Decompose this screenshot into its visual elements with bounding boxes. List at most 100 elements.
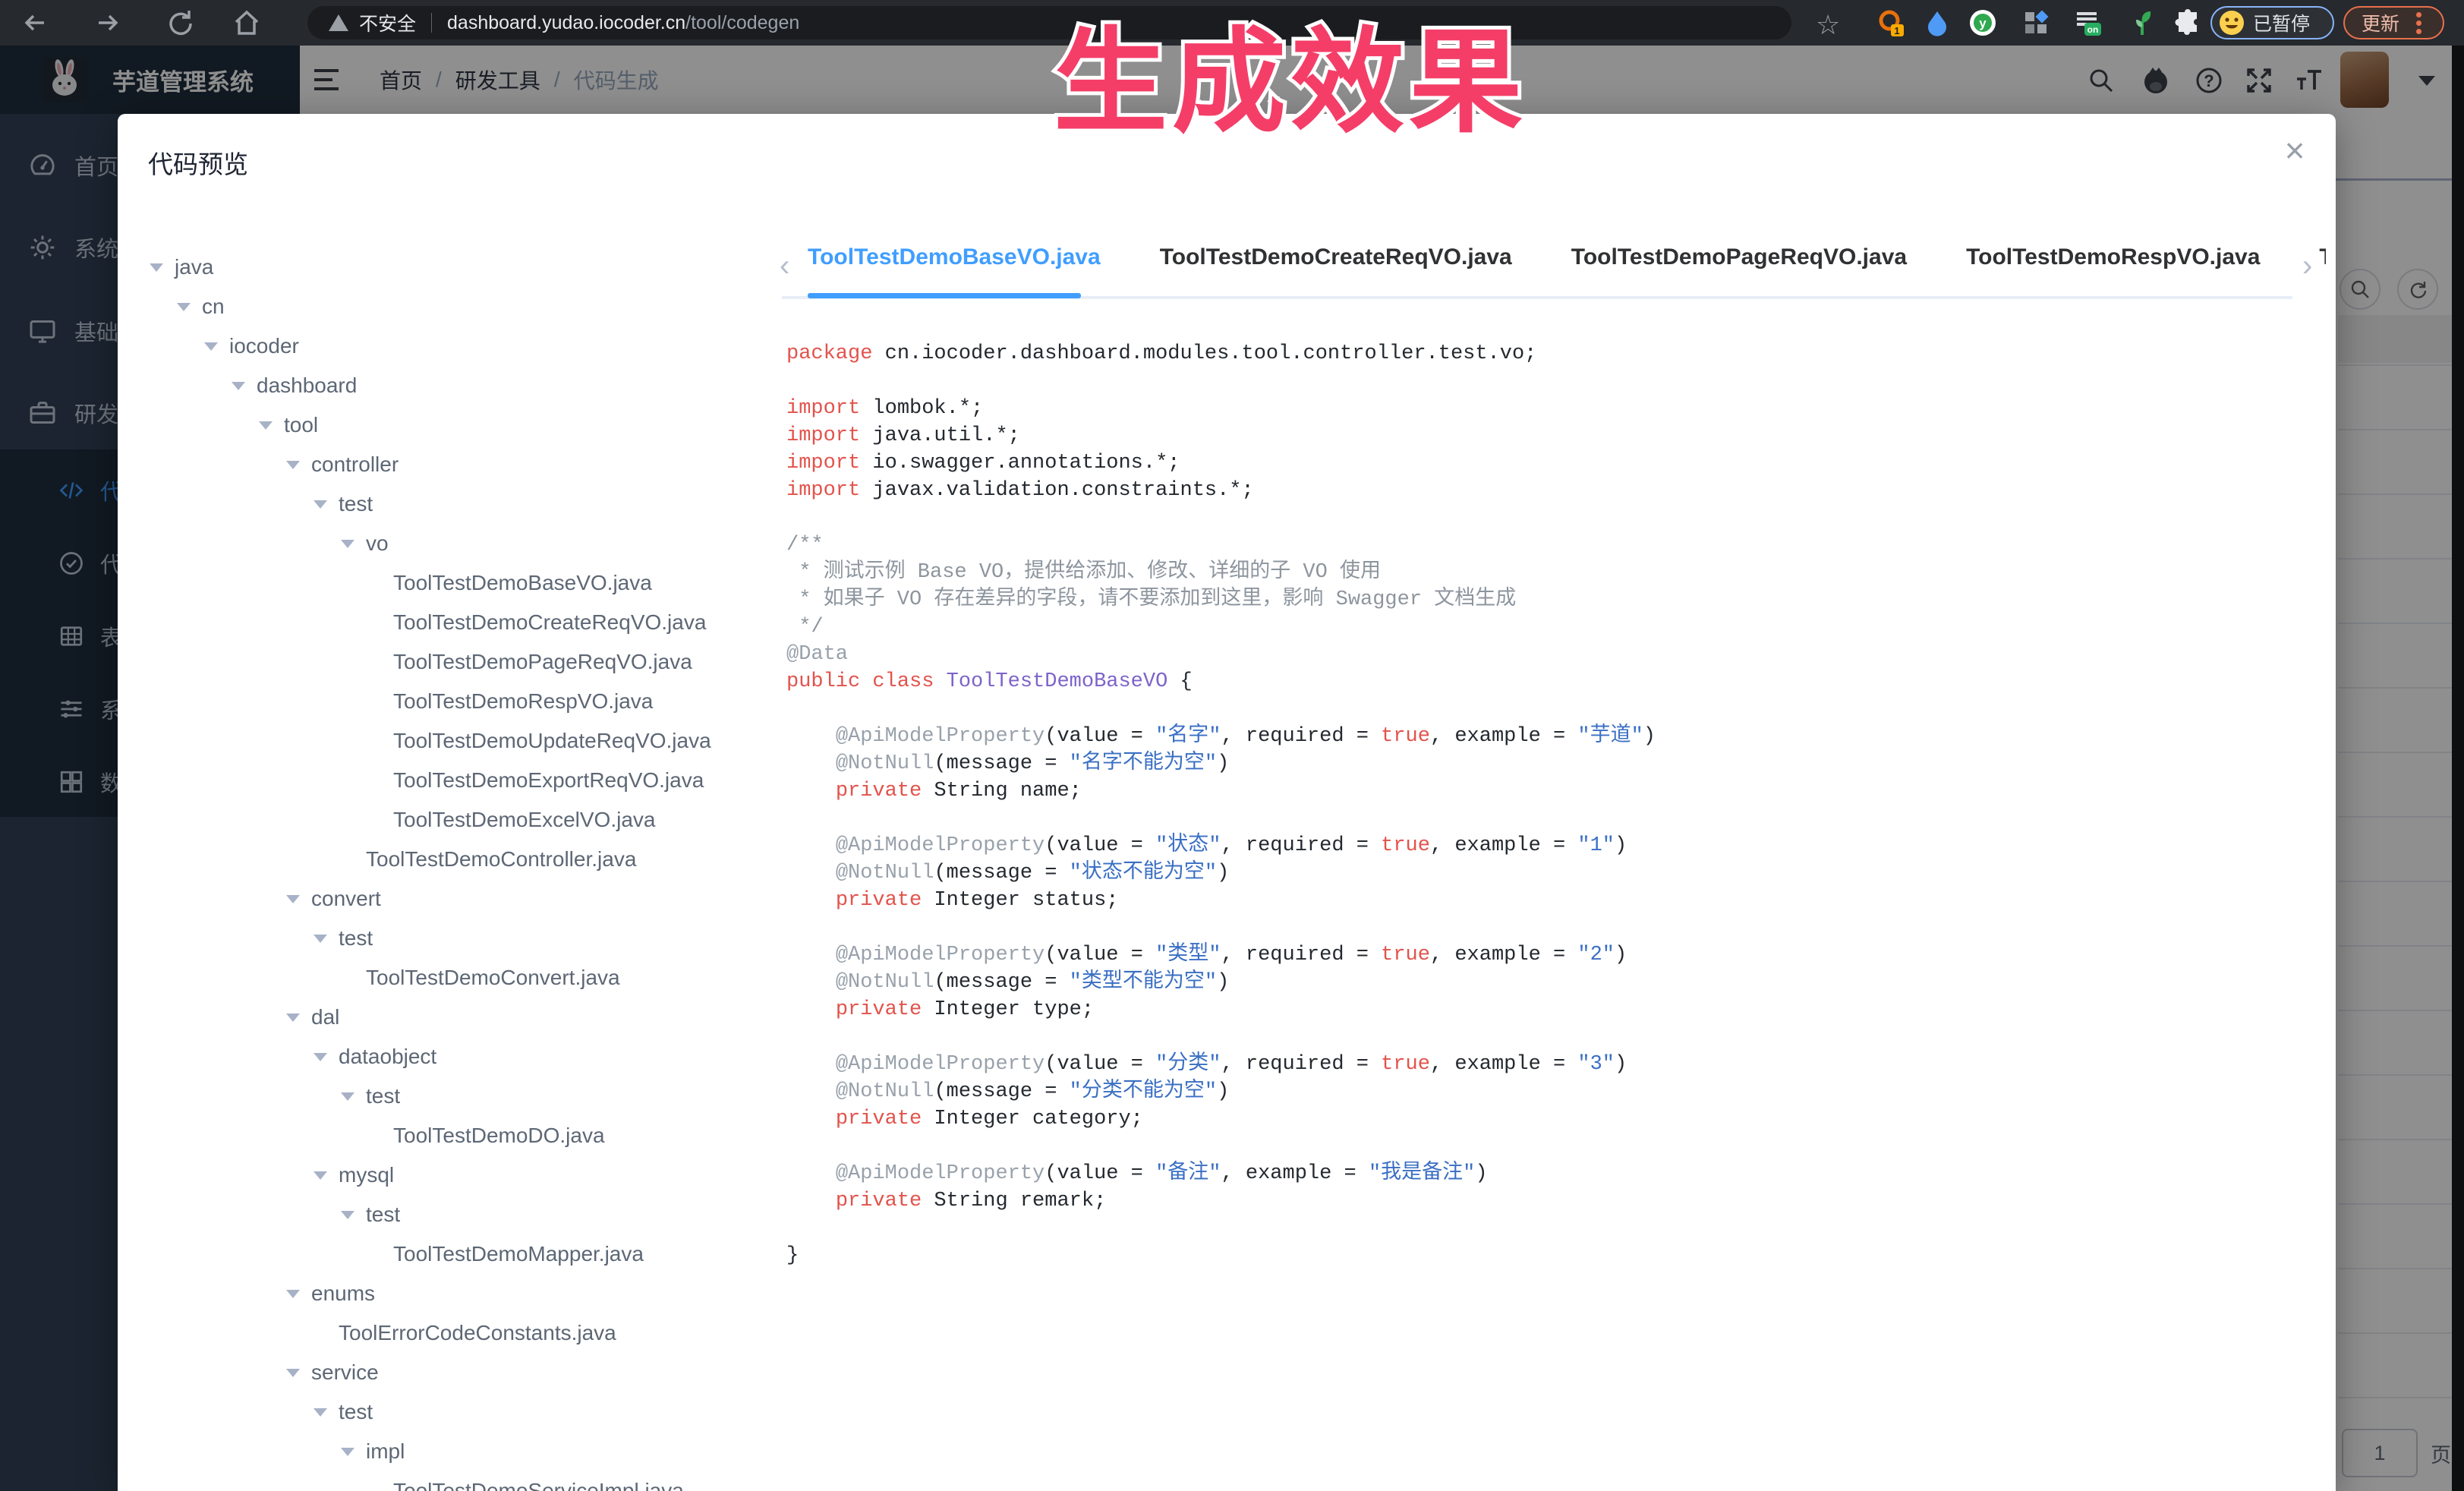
- tree-folder[interactable]: vo: [366, 524, 389, 563]
- profile-paused-pill[interactable]: 已暂停: [2210, 6, 2334, 39]
- caret-down-icon[interactable]: [286, 895, 300, 903]
- extension-orange-ring-icon[interactable]: 1: [1875, 8, 1905, 38]
- tree-file[interactable]: ToolTestDemoCreateReqVO.java: [393, 603, 706, 642]
- code-line: import lombok.*;: [786, 395, 2289, 422]
- tree-folder[interactable]: dataobject: [339, 1037, 436, 1076]
- code-line: @NotNull(message = "类型不能为空"): [786, 969, 2289, 996]
- tree-folder[interactable]: mysql: [339, 1155, 394, 1195]
- extension-blue-drop-icon[interactable]: [1922, 8, 1952, 38]
- tab-1[interactable]: ToolTestDemoCreateReqVO.java: [1160, 244, 1512, 287]
- code-line: [786, 1133, 2289, 1160]
- modal-title: 代码预览: [148, 144, 248, 181]
- caret-down-icon[interactable]: [341, 540, 354, 548]
- code-line: public class ToolTestDemoBaseVO {: [786, 668, 2289, 695]
- code-line: }: [786, 1242, 2289, 1269]
- code-line: [786, 695, 2289, 723]
- emoji-face-icon: [2218, 9, 2245, 36]
- tree-file[interactable]: ToolTestDemoPageReqVO.java: [393, 642, 692, 682]
- extension-badge-1: 1: [1894, 25, 1899, 36]
- caret-down-icon[interactable]: [314, 935, 327, 943]
- caret-down-icon[interactable]: [341, 1211, 354, 1219]
- browser-menu-icon[interactable]: [2416, 9, 2422, 37]
- tab-3[interactable]: ToolTestDemoRespVO.java: [1966, 244, 2260, 287]
- extension-green-circle-icon[interactable]: y: [1968, 8, 1998, 38]
- tree-folder[interactable]: test: [366, 1076, 400, 1116]
- tree-folder[interactable]: test: [339, 919, 373, 958]
- url-bar[interactable]: 不安全 dashboard.yudao.iocoder.cn /tool/cod…: [307, 6, 1791, 39]
- code-preview-modal: 代码预览 × javacniocoderdashboardtoolcontrol…: [118, 114, 2336, 1491]
- caret-down-icon[interactable]: [341, 1448, 354, 1456]
- tree-file[interactable]: ToolTestDemoDO.java: [393, 1116, 605, 1155]
- tab-active-underline: [808, 293, 1081, 298]
- extensions-puzzle-icon[interactable]: [2173, 8, 2203, 38]
- back-icon[interactable]: [18, 6, 52, 39]
- tabs-scroll-right-icon[interactable]: ›: [2302, 249, 2312, 283]
- tree-folder[interactable]: test: [339, 1392, 373, 1432]
- caret-down-icon[interactable]: [204, 342, 218, 351]
- caret-down-icon[interactable]: [341, 1092, 354, 1101]
- code-line: import io.swagger.annotations.*;: [786, 449, 2289, 477]
- forward-icon[interactable]: [91, 6, 124, 39]
- tab-4[interactable]: ToolTe: [2319, 244, 2326, 287]
- caret-down-icon[interactable]: [286, 1290, 300, 1298]
- caret-down-icon[interactable]: [232, 382, 245, 390]
- tree-file[interactable]: ToolTestDemoUpdateReqVO.java: [393, 721, 711, 761]
- tree-file[interactable]: ToolTestDemoMapper.java: [393, 1234, 644, 1274]
- caret-down-icon[interactable]: [286, 1013, 300, 1022]
- tree-folder[interactable]: test: [366, 1195, 400, 1234]
- tree-folder[interactable]: dashboard: [257, 366, 357, 405]
- not-secure-label: 不安全: [359, 9, 416, 36]
- code-line: [786, 1215, 2289, 1242]
- tabs-scroll-left-icon[interactable]: ‹: [780, 249, 789, 283]
- tree-folder[interactable]: java: [175, 247, 213, 287]
- tree-file[interactable]: ToolErrorCodeConstants.java: [339, 1313, 616, 1353]
- caret-down-icon[interactable]: [150, 263, 163, 272]
- caret-down-icon[interactable]: [286, 461, 300, 469]
- code-line: * 测试示例 Base VO，提供给添加、修改、详细的子 VO 使用: [786, 559, 2289, 586]
- tree-folder[interactable]: iocoder: [229, 326, 299, 366]
- caret-down-icon[interactable]: [259, 421, 273, 430]
- caret-down-icon[interactable]: [314, 1408, 327, 1417]
- tab-0[interactable]: ToolTestDemoBaseVO.java: [808, 244, 1101, 287]
- code-line: [786, 504, 2289, 531]
- extension-list-on-icon[interactable]: on: [2072, 8, 2103, 38]
- tree-file[interactable]: ToolTestDemoBaseVO.java: [393, 563, 652, 603]
- browser-update-button[interactable]: 更新: [2343, 6, 2444, 39]
- code-view[interactable]: package cn.iocoder.dashboard.modules.too…: [786, 340, 2289, 1269]
- tree-folder[interactable]: service: [311, 1353, 379, 1392]
- tree-file[interactable]: ToolTestDemoExportReqVO.java: [393, 761, 704, 800]
- tree-folder[interactable]: cn: [202, 287, 225, 326]
- code-line: */: [786, 613, 2289, 641]
- paused-label: 已暂停: [2253, 9, 2310, 36]
- caret-down-icon[interactable]: [286, 1369, 300, 1377]
- caret-down-icon[interactable]: [314, 500, 327, 509]
- screen: 不安全 dashboard.yudao.iocoder.cn /tool/cod…: [0, 0, 2464, 1491]
- tree-file[interactable]: ToolTestDemoConvert.java: [366, 958, 620, 998]
- tree-folder[interactable]: test: [339, 484, 373, 524]
- extension-squares-icon[interactable]: [2021, 8, 2051, 38]
- code-line: * 如果子 VO 存在差异的字段，请不要添加到这里，影响 Swagger 文档生…: [786, 586, 2289, 613]
- caret-down-icon[interactable]: [314, 1053, 327, 1061]
- tree-folder[interactable]: impl: [366, 1432, 405, 1471]
- tab-bar: ToolTestDemoBaseVO.java ToolTestDemoCreat…: [808, 244, 2326, 287]
- extension-sprout-icon[interactable]: [2127, 8, 2157, 38]
- tree-folder[interactable]: dal: [311, 998, 339, 1037]
- tree-file[interactable]: ToolTestDemoExcelVO.java: [393, 800, 655, 840]
- code-line: package cn.iocoder.dashboard.modules.too…: [786, 340, 2289, 367]
- code-line: @ApiModelProperty(value = "分类", required…: [786, 1051, 2289, 1078]
- tab-2[interactable]: ToolTestDemoPageReqVO.java: [1571, 244, 1907, 287]
- tree-folder[interactable]: tool: [284, 405, 318, 445]
- tree-folder[interactable]: enums: [311, 1274, 375, 1313]
- tree-file[interactable]: ToolTestDemoRespVO.java: [393, 682, 653, 721]
- tree-file[interactable]: ToolTestDemoController.java: [366, 840, 636, 879]
- reload-icon[interactable]: [163, 6, 197, 39]
- caret-down-icon[interactable]: [314, 1171, 327, 1180]
- close-icon[interactable]: ×: [2272, 128, 2317, 173]
- home-icon[interactable]: [230, 6, 263, 39]
- tree-folder[interactable]: convert: [311, 879, 381, 919]
- code-line: /**: [786, 531, 2289, 559]
- caret-down-icon[interactable]: [177, 303, 191, 311]
- tree-folder[interactable]: controller: [311, 445, 399, 484]
- bookmark-star-icon[interactable]: ☆: [1816, 9, 1840, 41]
- tree-file[interactable]: ToolTestDemoServiceImpl.java: [393, 1471, 684, 1491]
